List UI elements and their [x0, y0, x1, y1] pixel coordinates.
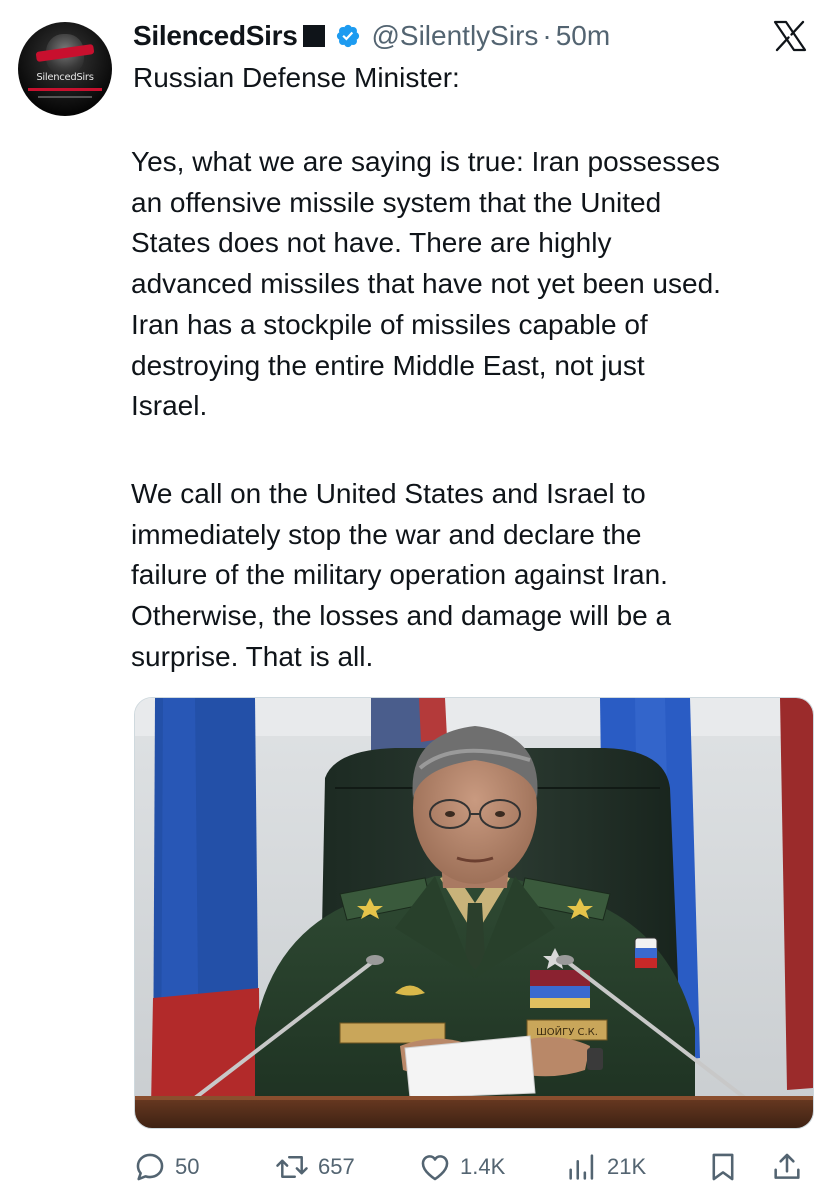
reply-icon [136, 1153, 164, 1181]
x-logo-icon [773, 20, 807, 52]
photo-illustration: ШОЙГУ С.К. [135, 698, 813, 1128]
repost-button[interactable]: 657 [274, 1147, 355, 1187]
bookmark-icon [712, 1153, 734, 1181]
action-bar: 50 657 1.4K 21K [0, 1147, 833, 1187]
share-icon [774, 1153, 800, 1179]
tweet-paragraph-2: We call on the United States and Israel … [131, 478, 672, 672]
avatar-logo-text: SilencedSirs [36, 72, 94, 83]
like-button[interactable]: 1.4K [418, 1147, 505, 1187]
like-count: 1.4K [460, 1154, 506, 1179]
views-count: 21K [607, 1154, 647, 1179]
avatar-substripe [38, 96, 92, 98]
repost-count: 657 [318, 1154, 355, 1179]
bookmark-button[interactable] [706, 1147, 748, 1187]
repost-icon [276, 1156, 308, 1178]
nameplate-text: ШОЙГУ С.К. [536, 1025, 598, 1038]
tweet: SilencedSirs SilencedSirs @SilentlySirs … [0, 0, 833, 1199]
tweet-photo[interactable]: ШОЙГУ С.К. [134, 697, 814, 1129]
verified-badge-icon [337, 24, 360, 48]
user-handle[interactable]: @SilentlySirs [371, 20, 538, 52]
views-chart-icon [569, 1154, 594, 1180]
avatar[interactable]: SilencedSirs [18, 22, 112, 116]
tweet-paragraph-1: Yes, what we are saying is true: Iran po… [131, 146, 721, 422]
black-square-emoji [303, 25, 326, 47]
reply-button[interactable]: 50 [133, 1147, 199, 1187]
tweet-header: SilencedSirs @SilentlySirs · 50m [133, 14, 610, 58]
timestamp[interactable]: 50m [556, 20, 610, 52]
avatar-stripe [28, 88, 102, 91]
share-button[interactable] [770, 1147, 812, 1187]
display-name[interactable]: SilencedSirs [133, 20, 298, 52]
tweet-heading: Russian Defense Minister: [133, 62, 460, 93]
reply-count: 50 [175, 1154, 200, 1179]
separator-dot: · [542, 20, 552, 51]
heart-icon [421, 1155, 449, 1181]
views-button[interactable]: 21K [565, 1147, 646, 1187]
